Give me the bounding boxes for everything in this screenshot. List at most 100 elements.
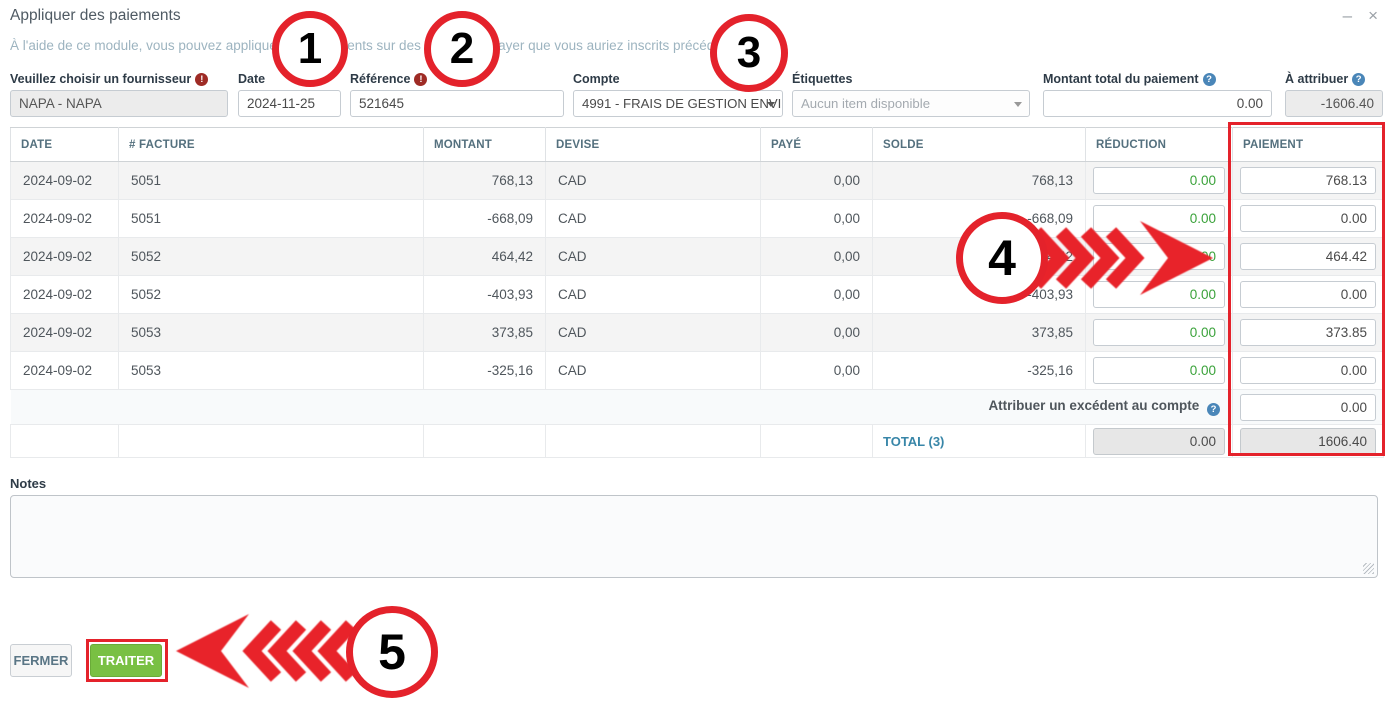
supplier-input bbox=[10, 90, 228, 117]
col-header-facture: # FACTURE bbox=[119, 128, 424, 162]
step-number: 5 bbox=[378, 623, 406, 681]
reduction-input[interactable] bbox=[1093, 357, 1225, 384]
required-icon: ! bbox=[195, 73, 208, 86]
total-payment-field-group: Montant total du paiement ? bbox=[1043, 72, 1272, 117]
total-label: TOTAL (3) bbox=[883, 434, 944, 449]
total-payment-label: Montant total du paiement ? bbox=[1043, 72, 1272, 86]
cell-empty bbox=[424, 425, 546, 458]
col-header-paiement: PAIEMENT bbox=[1233, 128, 1384, 162]
required-icon: ! bbox=[414, 73, 427, 86]
cell-devise: CAD bbox=[546, 238, 761, 276]
table-row: 2024-09-02 5053 -325,16 CAD 0,00 -325,16 bbox=[11, 352, 1384, 390]
to-allocate-input bbox=[1285, 90, 1383, 117]
reduction-input[interactable] bbox=[1093, 167, 1225, 194]
chevron-down-icon bbox=[767, 102, 775, 107]
cell-devise: CAD bbox=[546, 162, 761, 200]
module-description: À l'aide de ce module, vous pouvez appli… bbox=[10, 38, 1210, 53]
table-row: 2024-09-02 5053 373,85 CAD 0,00 373,85 bbox=[11, 314, 1384, 352]
cell-solde: -325,16 bbox=[873, 352, 1086, 390]
tags-label-text: Étiquettes bbox=[792, 72, 852, 86]
step-number: 2 bbox=[450, 24, 474, 74]
traiter-button[interactable]: TRAITER bbox=[90, 644, 162, 677]
excess-input[interactable] bbox=[1240, 394, 1376, 421]
cell-montant: -325,16 bbox=[424, 352, 546, 390]
cell-montant: 768,13 bbox=[424, 162, 546, 200]
paiement-input[interactable] bbox=[1240, 205, 1376, 232]
fermer-button[interactable]: FERMER bbox=[10, 644, 72, 677]
annotation-circle-4: 4 bbox=[956, 212, 1048, 304]
to-allocate-label-text: À attribuer bbox=[1285, 72, 1348, 86]
cell-date: 2024-09-02 bbox=[11, 276, 119, 314]
cell-date: 2024-09-02 bbox=[11, 200, 119, 238]
cell-empty bbox=[11, 425, 119, 458]
cell-paye: 0,00 bbox=[761, 352, 873, 390]
col-header-solde: SOLDE bbox=[873, 128, 1086, 162]
supplier-field-group: Veuillez choisir un fournisseur ! bbox=[10, 72, 228, 117]
excess-row: Attribuer un excédent au compte ? bbox=[11, 390, 1384, 425]
col-header-devise: DEVISE bbox=[546, 128, 761, 162]
cell-facture: 5053 bbox=[119, 314, 424, 352]
total-row: TOTAL (3) 0.00 1606.40 bbox=[11, 425, 1384, 458]
annotation-circle-1: 1 bbox=[272, 11, 348, 87]
window-controls: – × bbox=[1343, 6, 1378, 26]
to-allocate-field-group: À attribuer ? bbox=[1285, 72, 1383, 117]
cell-facture: 5051 bbox=[119, 162, 424, 200]
cell-paye: 0,00 bbox=[761, 314, 873, 352]
reference-input[interactable] bbox=[350, 90, 564, 117]
step-number: 4 bbox=[988, 229, 1016, 287]
cell-montant: 373,85 bbox=[424, 314, 546, 352]
help-icon: ? bbox=[1207, 403, 1220, 416]
table-header-row: DATE # FACTURE MONTANT DEVISE PAYÉ SOLDE… bbox=[11, 128, 1384, 162]
cell-date: 2024-09-02 bbox=[11, 238, 119, 276]
notes-textarea[interactable] bbox=[10, 495, 1378, 578]
annotation-circle-2: 2 bbox=[424, 11, 500, 87]
cell-facture: 5052 bbox=[119, 276, 424, 314]
date-input[interactable] bbox=[238, 90, 341, 117]
arrowhead-left-icon bbox=[176, 614, 249, 688]
tags-field-group: Étiquettes Aucun item disponible bbox=[792, 72, 1030, 117]
cell-empty bbox=[761, 425, 873, 458]
reference-label-text: Référence bbox=[350, 72, 410, 86]
chevron-down-icon bbox=[1014, 102, 1022, 107]
table-row: 2024-09-02 5051 768,13 CAD 0,00 768,13 bbox=[11, 162, 1384, 200]
excess-label: Attribuer un excédent au compte bbox=[988, 398, 1199, 413]
paiement-input[interactable] bbox=[1240, 281, 1376, 308]
cell-solde: 373,85 bbox=[873, 314, 1086, 352]
cell-date: 2024-09-02 bbox=[11, 352, 119, 390]
cell-paye: 0,00 bbox=[761, 200, 873, 238]
cell-solde: 768,13 bbox=[873, 162, 1086, 200]
account-label-text: Compte bbox=[573, 72, 620, 86]
account-select[interactable]: 4991 - FRAIS DE GESTION ENVIR bbox=[573, 90, 783, 117]
excess-label-cell: Attribuer un excédent au compte ? bbox=[11, 390, 1233, 425]
resize-handle-icon[interactable] bbox=[1363, 563, 1374, 574]
arrow-right-annotation-icon bbox=[1028, 218, 1213, 298]
paiement-input[interactable] bbox=[1240, 319, 1376, 346]
paiement-input[interactable] bbox=[1240, 357, 1376, 384]
col-header-paye: PAYÉ bbox=[761, 128, 873, 162]
close-icon[interactable]: × bbox=[1368, 6, 1378, 26]
cell-facture: 5052 bbox=[119, 238, 424, 276]
cell-montant: -668,09 bbox=[424, 200, 546, 238]
minimize-icon[interactable]: – bbox=[1343, 6, 1352, 26]
cell-montant: -403,93 bbox=[424, 276, 546, 314]
cell-devise: CAD bbox=[546, 200, 761, 238]
paiement-input[interactable] bbox=[1240, 167, 1376, 194]
total-payment-input[interactable] bbox=[1043, 90, 1272, 117]
cell-facture: 5053 bbox=[119, 352, 424, 390]
cell-montant: 464,42 bbox=[424, 238, 546, 276]
cell-devise: CAD bbox=[546, 276, 761, 314]
col-header-montant: MONTANT bbox=[424, 128, 546, 162]
cell-date: 2024-09-02 bbox=[11, 314, 119, 352]
cell-paye: 0,00 bbox=[761, 238, 873, 276]
reduction-input[interactable] bbox=[1093, 319, 1225, 346]
account-selected-value: 4991 - FRAIS DE GESTION ENVIR bbox=[582, 96, 783, 111]
cell-date: 2024-09-02 bbox=[11, 162, 119, 200]
step-number: 1 bbox=[298, 24, 322, 74]
total-paiement-value: 1606.40 bbox=[1240, 428, 1376, 455]
to-allocate-label: À attribuer ? bbox=[1285, 72, 1383, 86]
arrowhead-right-icon bbox=[1140, 221, 1213, 295]
cell-empty bbox=[119, 425, 424, 458]
paiement-input[interactable] bbox=[1240, 243, 1376, 270]
col-header-reduction: RÉDUCTION bbox=[1086, 128, 1233, 162]
arrow-left-annotation-icon bbox=[176, 611, 356, 691]
